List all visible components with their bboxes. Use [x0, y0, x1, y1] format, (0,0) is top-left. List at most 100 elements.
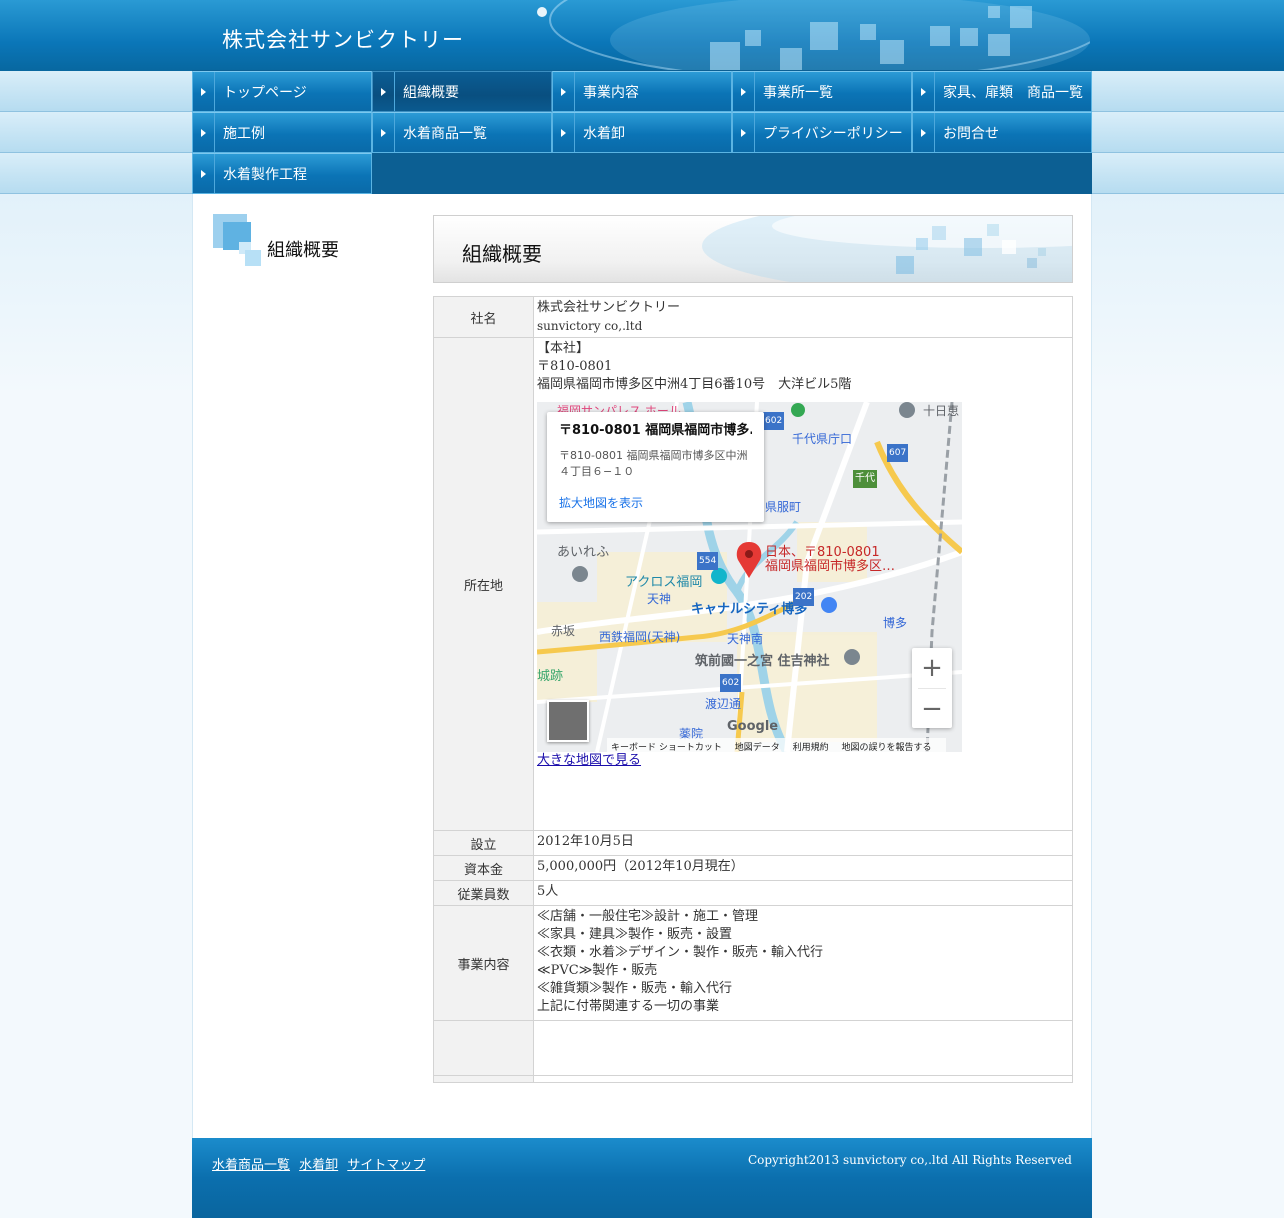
- page-heading: 組織概要: [433, 215, 1073, 283]
- nav-item-business[interactable]: 事業内容: [552, 71, 732, 112]
- triangle-right-icon: [193, 113, 215, 152]
- triangle-right-icon: [373, 113, 395, 152]
- map-place-label: キャナルシティ博多: [691, 602, 808, 617]
- map-info-title: 〒810-0801 福岡県福岡市博多...: [559, 423, 752, 438]
- row-label-business: 事業内容: [433, 905, 534, 1021]
- route-badge: 602: [763, 412, 785, 430]
- route-badge: 607: [887, 444, 909, 462]
- google-logo: Google: [727, 719, 779, 734]
- postal-code: 〒810-0801: [537, 359, 613, 374]
- table-row: 資本金 5,000,000円（2012年10月現在）: [433, 855, 1073, 881]
- sidebar-title-label: 組織概要: [267, 240, 339, 261]
- map-place-label: 天神南: [727, 632, 764, 646]
- pin-label-line-1: 日本、〒810-0801: [765, 545, 880, 560]
- nav-item-swimwear-wholesale[interactable]: 水着卸: [552, 112, 732, 153]
- nav-item-privacy[interactable]: プライバシーポリシー: [732, 112, 912, 153]
- row-label-empty: [433, 1075, 534, 1083]
- table-row: 所在地 【本社】 〒810-0801 福岡県福岡市博多区中洲4丁目6番10号 大…: [433, 337, 1073, 831]
- address-text: 福岡県福岡市博多区中洲4丁目6番10号 大洋ビル5階: [537, 377, 852, 392]
- triangle-right-icon: [913, 113, 935, 152]
- map-info-address-line-2: ４丁目６−１０: [559, 465, 635, 478]
- company-info-table: 社名 株式会社サンビクトリー sunvictory co,.ltd 所在地 【本…: [433, 296, 1073, 1083]
- route-badge: 602: [720, 674, 742, 692]
- map-place-label: 十日恵: [923, 404, 960, 418]
- business-line: ≪家具・建具≫製作・販売・設置: [537, 927, 733, 942]
- map-place-label: 西鉄福岡(天神): [599, 630, 681, 644]
- row-label-founded: 設立: [433, 830, 534, 856]
- map-zoom-controls: + −: [912, 648, 952, 728]
- triangle-right-icon: [193, 154, 215, 193]
- business-line: ≪店舗・一般住宅≫設計・施工・管理: [537, 909, 759, 924]
- map-info-address-line-1: 〒810-0801 福岡県福岡市博多区中洲: [559, 449, 748, 462]
- table-row: [433, 1020, 1073, 1076]
- triangle-right-icon: [553, 72, 575, 111]
- map-data-link[interactable]: 地図データ: [735, 743, 780, 752]
- triangle-right-icon: [553, 113, 575, 152]
- triangle-right-icon: [733, 113, 755, 152]
- table-row: 社名 株式会社サンビクトリー sunvictory co,.ltd: [433, 296, 1073, 338]
- table-row: 設立 2012年10月5日: [433, 830, 1073, 856]
- table-row: 事業内容 ≪店舗・一般住宅≫設計・施工・管理 ≪家具・建具≫製作・販売・設置 ≪…: [433, 905, 1073, 1021]
- row-label-capital: 資本金: [433, 855, 534, 881]
- zoom-in-button[interactable]: +: [912, 648, 952, 688]
- nav-item-organization[interactable]: 組織概要: [372, 71, 552, 112]
- nav-item-offices[interactable]: 事業所一覧: [732, 71, 912, 112]
- page-title: 組織概要: [462, 242, 542, 266]
- map-footer: キーボード ショートカット 地図データ 利用規約 地図の誤りを報告する: [607, 738, 946, 752]
- employees-value: 5人: [533, 880, 1073, 906]
- map-place-label: 千代県庁口: [792, 432, 853, 446]
- terms-link[interactable]: 利用規約: [793, 743, 829, 752]
- address-head: 【本社】: [537, 341, 590, 356]
- company-name-cell: 株式会社サンビクトリー sunvictory co,.ltd: [533, 296, 1073, 338]
- nav-item-swimwear-list[interactable]: 水着商品一覧: [372, 112, 552, 153]
- business-cell: ≪店舗・一般住宅≫設計・施工・管理 ≪家具・建具≫製作・販売・設置 ≪衣類・水着…: [533, 905, 1073, 1021]
- map-place-label: 筑前國一之宮 住吉神社: [695, 654, 830, 669]
- map-place-label: 天神: [647, 592, 672, 606]
- map-place-label: 赤坂: [551, 624, 576, 638]
- row-label-empty: [433, 1020, 534, 1076]
- keyboard-shortcuts-link[interactable]: キーボード ショートカット: [611, 743, 722, 752]
- nav-item-swimwear-process[interactable]: 水着製作工程: [192, 153, 372, 194]
- pin-label-line-2: 福岡県福岡市博多区…: [765, 559, 896, 574]
- main-content: 組織概要 組織概要 社名 株式会社サンビクトリー sunvictory co,.…: [192, 194, 1092, 1138]
- business-line: ≪衣類・水着≫デザイン・製作・販売・輸入代行: [537, 945, 824, 960]
- founded-value: 2012年10月5日: [533, 830, 1073, 856]
- squares-icon: [213, 214, 263, 266]
- map-place-label: 千代: [853, 470, 877, 488]
- footer-links: 水着商品一覧 水着卸 サイトマップ: [212, 1154, 430, 1173]
- nav-item-construction[interactable]: 施工例: [192, 112, 372, 153]
- triangle-right-icon: [913, 72, 935, 111]
- address-cell: 【本社】 〒810-0801 福岡県福岡市博多区中洲4丁目6番10号 大洋ビル5…: [533, 337, 1073, 831]
- sidebar-title: 組織概要: [213, 214, 413, 266]
- map-place-label: 城跡: [537, 669, 564, 684]
- map-enlarge-link[interactable]: 拡大地図を表示: [559, 494, 752, 512]
- site-title[interactable]: 株式会社サンビクトリー: [222, 24, 464, 54]
- nav-item-furniture[interactable]: 家具、扉類 商品一覧: [912, 71, 1092, 112]
- map-place-label: あいれふ: [557, 545, 610, 560]
- header-decoration: [530, 0, 1111, 72]
- empty-cell: [533, 1075, 1073, 1083]
- satellite-toggle[interactable]: [547, 700, 589, 742]
- row-label-name: 社名: [433, 296, 534, 338]
- map-place-label: 博多: [883, 616, 908, 630]
- row-label-address: 所在地: [433, 337, 534, 831]
- row-label-employees: 従業員数: [433, 880, 534, 906]
- footer-link-sitemap[interactable]: サイトマップ: [347, 1158, 425, 1173]
- footer-link-swimwear-list[interactable]: 水着商品一覧: [212, 1158, 290, 1173]
- business-line: ≪PVC≫製作・販売: [537, 963, 658, 978]
- table-row: [433, 1075, 1073, 1083]
- route-badge: 202: [793, 588, 815, 606]
- report-error-link[interactable]: 地図の誤りを報告する: [842, 743, 932, 752]
- triangle-right-icon: [733, 72, 755, 111]
- site-footer: 水着商品一覧 水着卸 サイトマップ Copyright2013 sunvicto…: [192, 1138, 1092, 1218]
- larger-map-link[interactable]: 大きな地図で見る: [537, 752, 641, 770]
- site-header: 株式会社サンビクトリー: [0, 0, 1284, 72]
- zoom-out-button[interactable]: −: [912, 689, 952, 729]
- footer-link-swimwear-wholesale[interactable]: 水着卸: [299, 1158, 338, 1173]
- copyright: Copyright2013 sunvictory co,.ltd All Rig…: [747, 1153, 1072, 1167]
- business-line: 上記に付帯関連する一切の事業: [537, 999, 720, 1014]
- nav-item-top[interactable]: トップページ: [192, 71, 372, 112]
- nav-item-contact[interactable]: お問合せ: [912, 112, 1092, 153]
- google-map[interactable]: 千代県庁口 千代 県服町 あいれふ アクロス福岡 天神 キャナルシティ博多 赤坂…: [537, 402, 962, 752]
- map-info-window: 〒810-0801 福岡県福岡市博多... 〒810-0801 福岡県福岡市博多…: [547, 412, 764, 522]
